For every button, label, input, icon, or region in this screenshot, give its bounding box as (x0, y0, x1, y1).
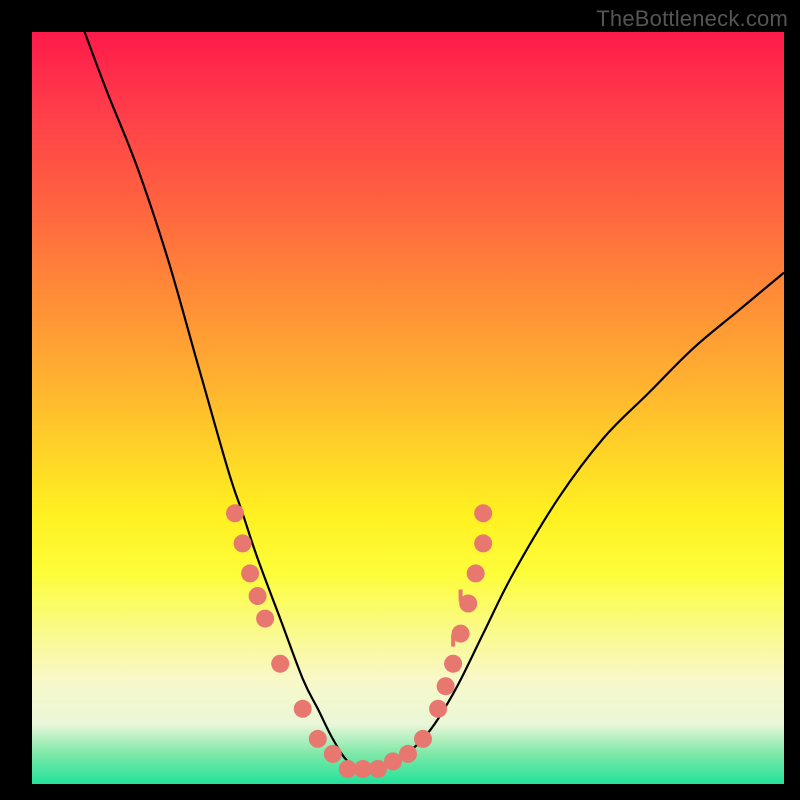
data-point (241, 564, 259, 582)
watermark-text: TheBottleneck.com (596, 6, 788, 32)
data-point (234, 534, 252, 552)
data-point (414, 730, 432, 748)
data-point (309, 730, 327, 748)
data-point (474, 534, 492, 552)
data-point (226, 504, 244, 522)
data-point (437, 677, 455, 695)
data-point (294, 700, 312, 718)
chart-svg (32, 32, 784, 784)
bottleneck-curve-path (85, 32, 784, 770)
data-point (256, 610, 274, 628)
curve-group (85, 32, 784, 770)
data-point (474, 504, 492, 522)
data-point (249, 587, 267, 605)
data-point (467, 564, 485, 582)
chart-plot-area (32, 32, 784, 784)
data-point (399, 745, 417, 763)
data-point (444, 655, 462, 673)
data-point (324, 745, 342, 763)
marker-group (226, 504, 492, 778)
data-point (429, 700, 447, 718)
data-point (271, 655, 289, 673)
